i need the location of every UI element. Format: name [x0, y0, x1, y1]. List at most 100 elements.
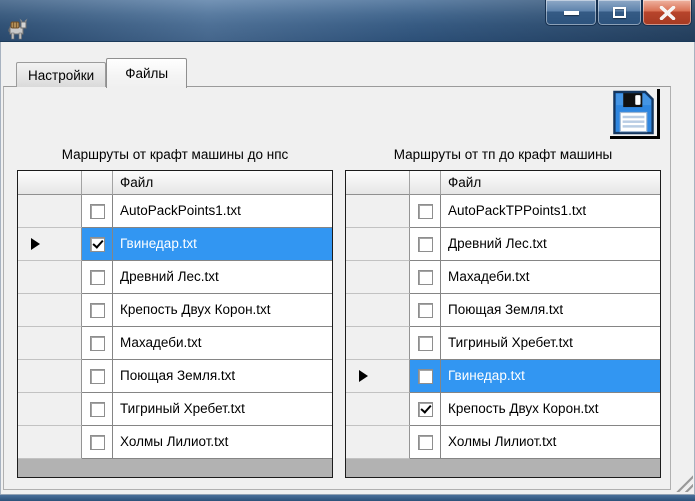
tab-settings[interactable]: Настройки	[16, 62, 106, 87]
file-name-cell[interactable]: Гвинедар.txt	[113, 228, 332, 261]
file-checkbox-cell[interactable]	[410, 261, 441, 294]
file-checkbox-cell[interactable]	[410, 294, 441, 327]
window-controls	[545, 0, 692, 26]
file-checkbox[interactable]	[418, 303, 433, 318]
row-header-cell[interactable]	[346, 228, 410, 261]
row-header-corner	[346, 171, 410, 195]
grid-row[interactable]: Холмы Лилиот.txt	[346, 426, 660, 459]
file-name-cell[interactable]: Древний Лес.txt	[441, 228, 660, 261]
file-name-cell[interactable]: AutoPackPoints1.txt	[113, 195, 332, 228]
file-name-cell[interactable]: Махадеби.txt	[113, 327, 332, 360]
file-checkbox[interactable]	[90, 402, 105, 417]
close-button[interactable]	[642, 0, 692, 26]
resize-grip[interactable]	[674, 473, 693, 492]
file-name-cell[interactable]: Гвинедар.txt	[441, 360, 660, 393]
maximize-button[interactable]	[597, 0, 642, 26]
row-header-corner	[18, 171, 82, 195]
file-name-cell[interactable]: Крепость Двух Корон.txt	[113, 294, 332, 327]
file-checkbox-cell[interactable]	[410, 228, 441, 261]
file-checkbox[interactable]	[90, 204, 105, 219]
grid-row[interactable]: AutoPackPoints1.txt	[18, 195, 332, 228]
file-checkbox[interactable]	[90, 270, 105, 285]
file-checkbox-cell[interactable]	[82, 228, 113, 261]
file-name-cell[interactable]: Тигриный Хребет.txt	[113, 393, 332, 426]
file-checkbox[interactable]	[418, 402, 433, 417]
file-name-cell[interactable]: Тигриный Хребет.txt	[441, 327, 660, 360]
pack-donkey-icon	[5, 16, 31, 42]
row-header-cell[interactable]	[18, 294, 82, 327]
row-header-cell[interactable]	[18, 393, 82, 426]
row-header-cell[interactable]	[18, 360, 82, 393]
file-checkbox[interactable]	[418, 336, 433, 351]
save-button[interactable]	[610, 89, 660, 139]
row-header-cell[interactable]	[18, 261, 82, 294]
file-name-cell[interactable]: Холмы Лилиот.txt	[113, 426, 332, 459]
file-name-cell[interactable]: Древний Лес.txt	[113, 261, 332, 294]
grid-row[interactable]: Гвинедар.txt	[18, 228, 332, 261]
file-checkbox-cell[interactable]	[82, 195, 113, 228]
file-checkbox[interactable]	[418, 204, 433, 219]
grid-row[interactable]: Гвинедар.txt	[346, 360, 660, 393]
file-checkbox-cell[interactable]	[82, 327, 113, 360]
file-checkbox-cell[interactable]	[410, 393, 441, 426]
grid-row[interactable]: Холмы Лилиот.txt	[18, 426, 332, 459]
grid-row[interactable]: Тигриный Хребет.txt	[346, 327, 660, 360]
file-name-cell[interactable]: Поющая Земля.txt	[441, 294, 660, 327]
row-header-cell[interactable]	[346, 261, 410, 294]
row-header-cell[interactable]	[18, 228, 82, 261]
file-checkbox[interactable]	[418, 270, 433, 285]
file-checkbox-cell[interactable]	[410, 426, 441, 459]
file-checkbox-cell[interactable]	[82, 261, 113, 294]
grid-row[interactable]: Поющая Земля.txt	[18, 360, 332, 393]
row-header-cell[interactable]	[346, 393, 410, 426]
grid-row[interactable]: AutoPackTPPoints1.txt	[346, 195, 660, 228]
file-checkbox[interactable]	[418, 237, 433, 252]
grid-row[interactable]: Древний Лес.txt	[18, 261, 332, 294]
row-header-cell[interactable]	[18, 426, 82, 459]
grid-row[interactable]: Махадеби.txt	[18, 327, 332, 360]
grid-row[interactable]: Крепость Двух Корон.txt	[346, 393, 660, 426]
tab-files[interactable]: Файлы	[106, 58, 187, 88]
file-checkbox-cell[interactable]	[82, 393, 113, 426]
file-column-header[interactable]: Файл	[113, 171, 332, 195]
window-bottom-frame	[0, 494, 695, 501]
file-checkbox[interactable]	[90, 237, 105, 252]
file-name-cell[interactable]: AutoPackTPPoints1.txt	[441, 195, 660, 228]
row-header-cell[interactable]	[346, 327, 410, 360]
row-header-cell[interactable]	[346, 195, 410, 228]
file-checkbox[interactable]	[418, 369, 433, 384]
file-name-cell[interactable]: Поющая Земля.txt	[113, 360, 332, 393]
grid-row[interactable]: Древний Лес.txt	[346, 228, 660, 261]
file-checkbox-cell[interactable]	[410, 360, 441, 393]
minimize-button[interactable]	[545, 0, 597, 26]
file-checkbox-cell[interactable]	[82, 426, 113, 459]
row-header-cell[interactable]	[346, 426, 410, 459]
file-name-cell[interactable]: Крепость Двух Корон.txt	[441, 393, 660, 426]
file-checkbox[interactable]	[90, 435, 105, 450]
row-header-cell[interactable]	[346, 360, 410, 393]
file-checkbox-cell[interactable]	[410, 195, 441, 228]
grid-row[interactable]: Поющая Земля.txt	[346, 294, 660, 327]
checkbox-column-header[interactable]	[410, 171, 441, 195]
grid-body: AutoPackTPPoints1.txtДревний Лес.txtМаха…	[346, 195, 660, 459]
file-name-cell[interactable]: Махадеби.txt	[441, 261, 660, 294]
row-header-cell[interactable]	[18, 195, 82, 228]
file-checkbox-cell[interactable]	[82, 294, 113, 327]
close-icon	[659, 6, 676, 20]
grid-row[interactable]: Тигриный Хребет.txt	[18, 393, 332, 426]
file-checkbox[interactable]	[418, 435, 433, 450]
checkbox-column-header[interactable]	[82, 171, 113, 195]
row-header-cell[interactable]	[346, 294, 410, 327]
file-name-cell[interactable]: Холмы Лилиот.txt	[441, 426, 660, 459]
file-checkbox[interactable]	[90, 336, 105, 351]
grid-body: AutoPackPoints1.txtГвинедар.txtДревний Л…	[18, 195, 332, 459]
file-checkbox-cell[interactable]	[82, 360, 113, 393]
file-checkbox[interactable]	[90, 303, 105, 318]
row-header-cell[interactable]	[18, 327, 82, 360]
grid-row[interactable]: Махадеби.txt	[346, 261, 660, 294]
file-checkbox-cell[interactable]	[410, 327, 441, 360]
grid-row[interactable]: Крепость Двух Корон.txt	[18, 294, 332, 327]
grid-header-row: Файл	[346, 171, 660, 195]
file-column-header[interactable]: Файл	[441, 171, 660, 195]
file-checkbox[interactable]	[90, 369, 105, 384]
